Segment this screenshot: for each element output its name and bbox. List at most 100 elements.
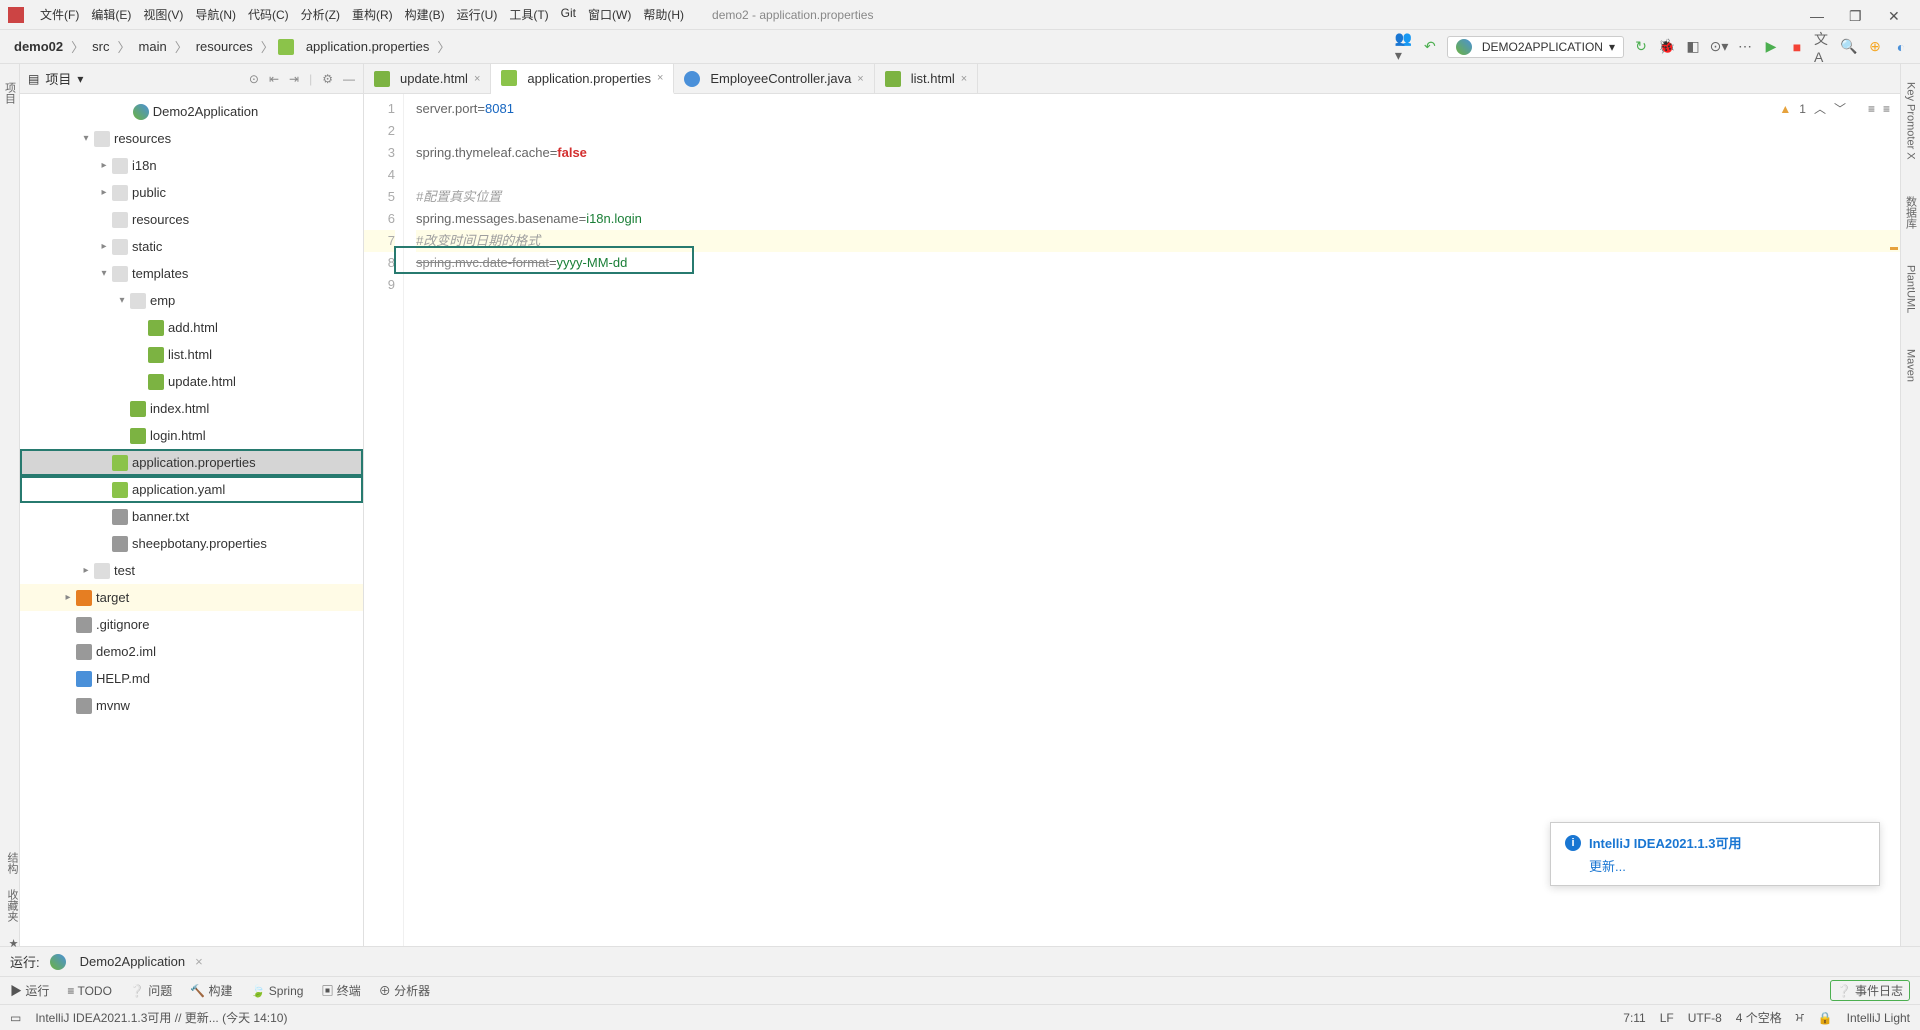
right-tab-maven[interactable]: Maven: [1903, 341, 1919, 390]
status-message[interactable]: IntelliJ IDEA2021.1.3可用 // 更新... (今天 14:…: [35, 1009, 287, 1026]
tree-root[interactable]: Demo2Application: [20, 98, 363, 125]
users-icon[interactable]: 👥▾: [1395, 38, 1413, 56]
close-icon[interactable]: ×: [195, 954, 203, 969]
bottom-tool-button[interactable]: ≡ TODO: [67, 982, 112, 999]
breadcrumb-item[interactable]: demo02: [10, 37, 67, 56]
inspection-strip[interactable]: ▲ 1 ︿ ﹀ ≡ ≡: [1779, 98, 1890, 120]
tree-row[interactable]: .gitignore: [20, 611, 363, 638]
chevron-down-icon[interactable]: ▾: [77, 72, 83, 86]
code-line[interactable]: spring.thymeleaf.cache=false: [416, 142, 1900, 164]
git-icon[interactable]: ਮ: [1796, 1010, 1804, 1025]
caret-position[interactable]: 7:11: [1623, 1011, 1645, 1025]
theme-name[interactable]: IntelliJ Light: [1847, 1011, 1910, 1025]
tree-row[interactable]: list.html: [20, 341, 363, 368]
expand-icon[interactable]: ⇥: [289, 72, 299, 86]
right-tab-keypromoter[interactable]: Key Promoter X: [1903, 74, 1919, 168]
breadcrumb-item[interactable]: application.properties: [302, 37, 434, 56]
code-line[interactable]: #配置真实位置: [416, 186, 1900, 208]
add-icon[interactable]: ⊕: [1866, 38, 1884, 56]
tree-row[interactable]: index.html: [20, 395, 363, 422]
menu-item[interactable]: 帮助(H): [637, 3, 690, 26]
left-tab-project[interactable]: 项目: [0, 74, 20, 112]
tree-row[interactable]: login.html: [20, 422, 363, 449]
avatar-icon[interactable]: ◐: [1892, 38, 1910, 56]
left-tab-structure[interactable]: 结构: [0, 852, 20, 874]
editor-tab[interactable]: update.html×: [364, 64, 491, 94]
translate-icon[interactable]: 文A: [1814, 38, 1832, 56]
tree-row[interactable]: ▾emp: [20, 287, 363, 314]
stop-icon[interactable]: ■: [1788, 38, 1806, 56]
status-notification-icon[interactable]: ▭: [10, 1011, 21, 1025]
code-line[interactable]: server.port=8081: [416, 98, 1900, 120]
tab-close-icon[interactable]: ×: [657, 72, 663, 84]
tree-row[interactable]: ▸static: [20, 233, 363, 260]
tree-row[interactable]: application.properties: [20, 449, 363, 476]
tree-row[interactable]: update.html: [20, 368, 363, 395]
tree-row[interactable]: ▸public: [20, 179, 363, 206]
code-line[interactable]: [416, 164, 1900, 186]
code-line[interactable]: [416, 274, 1900, 296]
code-line[interactable]: [416, 120, 1900, 142]
tree-row[interactable]: demo2.iml: [20, 638, 363, 665]
menu-item[interactable]: Git: [555, 3, 582, 26]
inspection-menu-icon[interactable]: ≡: [1868, 98, 1875, 120]
debug-icon[interactable]: 🐞: [1658, 38, 1676, 56]
menu-item[interactable]: 文件(F): [34, 3, 85, 26]
hide-icon[interactable]: —: [343, 72, 355, 86]
target-icon[interactable]: ⊙: [249, 72, 259, 86]
tree-row[interactable]: add.html: [20, 314, 363, 341]
tree-row[interactable]: ▸target: [20, 584, 363, 611]
tree-row[interactable]: ▾resources: [20, 125, 363, 152]
tree-row[interactable]: ▸test: [20, 557, 363, 584]
prev-warn-icon[interactable]: ︿: [1814, 98, 1826, 120]
menu-item[interactable]: 工具(T): [503, 3, 554, 26]
tab-close-icon[interactable]: ×: [857, 73, 863, 85]
tree-arrow[interactable]: ▾: [96, 268, 112, 279]
tree-arrow[interactable]: ▾: [114, 295, 130, 306]
file-encoding[interactable]: UTF-8: [1688, 1011, 1722, 1025]
event-log-button[interactable]: ❔ 事件日志: [1830, 980, 1910, 1001]
editor-tab[interactable]: EmployeeController.java×: [674, 64, 874, 94]
tree-arrow[interactable]: ▸: [96, 160, 112, 171]
run-icon[interactable]: ▶: [1762, 38, 1780, 56]
bottom-tool-button[interactable]: ▣ 终端: [321, 982, 360, 999]
star-icon[interactable]: ★: [0, 937, 20, 950]
breadcrumb-item[interactable]: main: [135, 37, 171, 56]
breadcrumb-item[interactable]: src: [88, 37, 113, 56]
tree-arrow[interactable]: ▾: [78, 133, 94, 144]
menu-item[interactable]: 分析(Z): [295, 3, 346, 26]
menu-item[interactable]: 重构(R): [346, 3, 399, 26]
menu-item[interactable]: 代码(C): [242, 3, 295, 26]
tree-arrow[interactable]: ▸: [96, 187, 112, 198]
maximize-button[interactable]: ❐: [1849, 8, 1863, 22]
tree-row[interactable]: resources: [20, 206, 363, 233]
search-icon[interactable]: 🔍: [1840, 38, 1858, 56]
tree-row[interactable]: application.yaml: [20, 476, 363, 503]
left-tab-favorites[interactable]: 收藏夹: [0, 889, 20, 922]
indent-setting[interactable]: 4 个空格: [1736, 1009, 1782, 1026]
tree-arrow[interactable]: ▸: [78, 565, 94, 576]
breadcrumb-item[interactable]: resources: [192, 37, 257, 56]
menu-item[interactable]: 窗口(W): [582, 3, 637, 26]
code-area[interactable]: ▲ 1 ︿ ﹀ ≡ ≡ server.port=8081 spring.thyme…: [404, 94, 1900, 946]
bottom-tool-button[interactable]: ❔ 问题: [130, 982, 172, 999]
code-line[interactable]: spring.messages.basename=i18n.login: [416, 208, 1900, 230]
editor-tab[interactable]: list.html×: [875, 64, 979, 94]
menu-item[interactable]: 导航(N): [189, 3, 242, 26]
right-tab-plantuml[interactable]: PlantUML: [1903, 257, 1919, 321]
tree-row[interactable]: ▾templates: [20, 260, 363, 287]
bottom-tool-button[interactable]: ⊕ 分析器: [379, 982, 430, 999]
project-tree[interactable]: Demo2Application ▾resources▸i18n▸publicr…: [20, 94, 363, 946]
bottom-tool-button[interactable]: 🍃 Spring: [250, 982, 303, 999]
tree-row[interactable]: sheepbotany.properties: [20, 530, 363, 557]
menu-item[interactable]: 构建(B): [399, 3, 451, 26]
coverage-icon[interactable]: ◧: [1684, 38, 1702, 56]
menu-item[interactable]: 编辑(E): [85, 3, 137, 26]
right-tab-database[interactable]: 数据库: [1901, 188, 1920, 237]
bottom-tool-button[interactable]: 🔨 构建: [190, 982, 232, 999]
editor-tab[interactable]: application.properties×: [491, 64, 674, 94]
line-separator[interactable]: LF: [1660, 1011, 1674, 1025]
run-app-name[interactable]: Demo2Application: [80, 954, 186, 969]
attach-icon[interactable]: ⋯: [1736, 38, 1754, 56]
tree-row[interactable]: ▸i18n: [20, 152, 363, 179]
